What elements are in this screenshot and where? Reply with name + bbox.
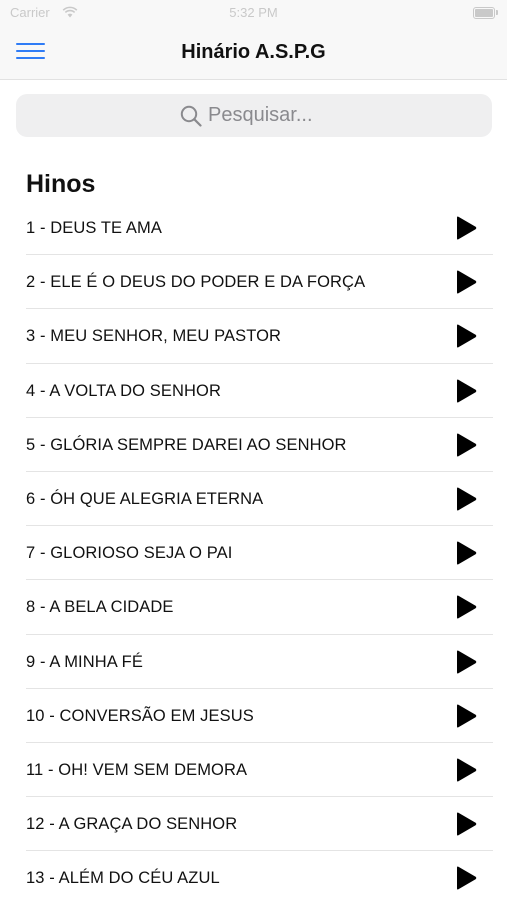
play-icon[interactable]	[455, 812, 477, 836]
hymn-title: 3 - MEU SENHOR, MEU PASTOR	[26, 327, 282, 346]
clock-time: 5:32 PM	[229, 5, 278, 20]
hymn-title: 9 - A MINHA FÉ	[26, 652, 143, 671]
hymn-title: 10 - CONVERSÃO EM JESUS	[26, 706, 254, 725]
play-icon[interactable]	[455, 216, 477, 240]
hymn-title: 6 - ÓH QUE ALEGRIA ETERNA	[26, 489, 264, 508]
hymn-title: 12 - A GRAÇA DO SENHOR	[26, 815, 238, 834]
hymn-title: 5 - GLÓRIA SEMPRE DAREI AO SENHOR	[26, 435, 347, 454]
list-item[interactable]: 2 - ELE É O DEUS DO PODER E DA FORÇA	[0, 255, 507, 310]
play-icon[interactable]	[455, 866, 477, 890]
hymn-title: 13 - ALÉM DO CÉU AZUL	[26, 869, 220, 888]
page-title: Hinário A.S.P.G	[181, 41, 326, 63]
play-icon[interactable]	[455, 433, 477, 457]
hymn-title: 11 - OH! VEM SEM DEMORA	[26, 760, 248, 779]
play-icon[interactable]	[455, 650, 477, 674]
play-icon[interactable]	[455, 324, 477, 348]
hymn-list: 1 - DEUS TE AMA 2 - ELE É O DEUS DO PODE…	[0, 201, 507, 900]
hymn-title: 2 - ELE É O DEUS DO PODER E DA FORÇA	[26, 273, 366, 292]
list-item[interactable]: 12 - A GRAÇA DO SENHOR	[0, 797, 507, 852]
play-icon[interactable]	[455, 270, 477, 294]
play-icon[interactable]	[455, 487, 477, 511]
battery-icon	[473, 7, 498, 19]
search-input[interactable]	[208, 104, 328, 127]
list-item[interactable]: 10 - CONVERSÃO EM JESUS	[0, 689, 507, 744]
list-item[interactable]: 1 - DEUS TE AMA	[0, 201, 507, 256]
play-icon[interactable]	[455, 595, 477, 619]
hymn-title: 1 - DEUS TE AMA	[26, 219, 162, 237]
list-item[interactable]: 6 - ÓH QUE ALEGRIA ETERNA	[0, 472, 507, 527]
play-icon[interactable]	[455, 379, 477, 403]
list-item[interactable]: 5 - GLÓRIA SEMPRE DAREI AO SENHOR	[0, 418, 507, 473]
play-icon[interactable]	[455, 758, 477, 782]
navigation-bar: Carrier 5:32 PM Hinário A.S.P.G	[0, 0, 507, 80]
list-item[interactable]: 7 - GLORIOSO SEJA O PAI	[0, 526, 507, 581]
hymn-title: 4 - A VOLTA DO SENHOR	[26, 381, 221, 400]
hymn-title: 7 - GLORIOSO SEJA O PAI	[26, 544, 233, 563]
app-screen: Carrier 5:32 PM Hinário A.S.P.G Hinos 1 …	[0, 0, 507, 900]
hymn-title: 8 - A BELA CIDADE	[26, 598, 174, 617]
list-item[interactable]: 11 - OH! VEM SEM DEMORA	[0, 743, 507, 798]
list-item[interactable]: 13 - ALÉM DO CÉU AZUL	[0, 851, 507, 900]
list-item[interactable]: 9 - A MINHA FÉ	[0, 635, 507, 689]
play-icon[interactable]	[455, 704, 477, 728]
search-icon	[180, 105, 202, 127]
status-bar: Carrier 5:32 PM	[0, 0, 507, 26]
play-icon[interactable]	[455, 541, 477, 565]
list-item[interactable]: 8 - A BELA CIDADE	[0, 580, 507, 635]
list-item[interactable]: 3 - MEU SENHOR, MEU PASTOR	[0, 309, 507, 364]
list-item[interactable]: 4 - A VOLTA DO SENHOR	[0, 364, 507, 418]
search-bar[interactable]	[16, 94, 492, 137]
section-header-hinos: Hinos	[26, 170, 96, 198]
